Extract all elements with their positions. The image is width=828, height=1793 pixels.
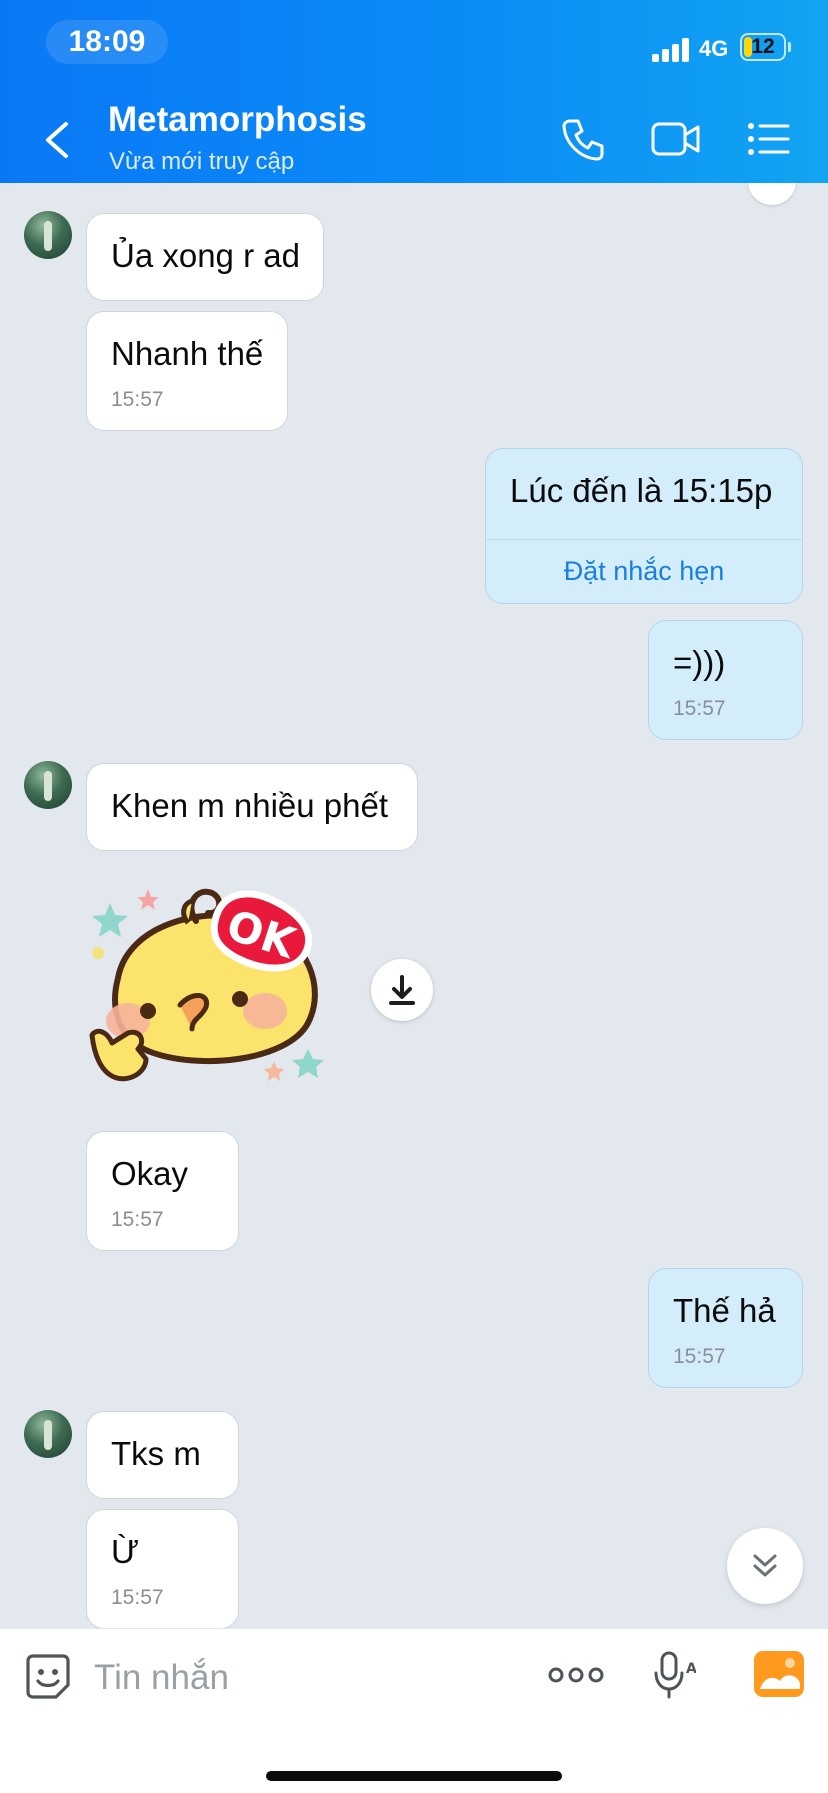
- message-bubble[interactable]: Tks m: [86, 1411, 239, 1499]
- list-icon: [748, 123, 790, 155]
- message-text: =))): [673, 644, 726, 681]
- image-gallery-icon: [754, 1651, 804, 1697]
- message-bubble[interactable]: Okay 15:57: [86, 1131, 239, 1251]
- message-text: Okay: [111, 1155, 189, 1192]
- signal-icon: [652, 38, 692, 62]
- message-list[interactable]: Ủa xong r ad Nhanh thế 15:57 Lúc đến là …: [0, 183, 828, 1628]
- message-text: Ừ: [111, 1533, 140, 1570]
- message-bubble[interactable]: Ủa xong r ad: [86, 213, 324, 301]
- video-call-button[interactable]: [650, 115, 702, 168]
- download-sticker-button[interactable]: [371, 959, 433, 1021]
- message-time: 15:57: [111, 388, 164, 411]
- avatar[interactable]: [24, 1410, 72, 1458]
- battery-level: 12: [751, 35, 775, 58]
- star-decoration: [137, 889, 159, 910]
- message-bubble[interactable]: Thế hả 15:57: [648, 1268, 803, 1388]
- voice-call-button[interactable]: [560, 115, 608, 168]
- message-text: Lúc đến là 15:15p: [510, 472, 773, 509]
- message-text: Thế hả: [673, 1292, 776, 1329]
- message-text: Tks m: [111, 1435, 201, 1472]
- message-bubble[interactable]: Nhanh thế 15:57: [86, 311, 288, 431]
- message-bubble[interactable]: Khen m nhiều phết: [86, 763, 418, 851]
- chat-header: 18:09 4G 12 Metamorphosis Vừa mới truy c…: [0, 0, 828, 183]
- message-time: 15:57: [673, 1345, 726, 1368]
- star-decoration: [264, 1061, 284, 1081]
- message-text: Khen m nhiều phết: [111, 787, 389, 824]
- status-time: 18:09: [46, 20, 168, 64]
- reaction-button[interactable]: [748, 183, 796, 205]
- avatar[interactable]: [24, 211, 72, 259]
- message-text: Nhanh thế: [111, 335, 264, 372]
- message-bubble[interactable]: Lúc đến là 15:15p Đặt nhắc hẹn: [485, 448, 803, 604]
- battery-icon: 12: [740, 33, 786, 61]
- svg-text:A: A: [686, 1661, 696, 1677]
- message-time: 15:57: [673, 697, 726, 720]
- conversation-title[interactable]: Metamorphosis: [108, 100, 367, 140]
- more-options-button[interactable]: [548, 1663, 604, 1692]
- voice-to-text-button[interactable]: A: [652, 1649, 697, 1706]
- divider: [486, 539, 802, 540]
- star-decoration: [292, 1049, 324, 1078]
- conversation-options-button[interactable]: [746, 115, 790, 168]
- emoji-button[interactable]: [22, 1651, 74, 1708]
- more-dots-icon: [548, 1667, 604, 1683]
- download-icon: [389, 975, 415, 1005]
- message-text: Ủa xong r ad: [111, 237, 300, 274]
- network-type: 4G: [699, 36, 729, 61]
- chevrons-down-icon: [753, 1554, 777, 1577]
- sticker-icon: [26, 1654, 70, 1699]
- composer-bar: Tin nhắn A: [0, 1628, 828, 1793]
- microphone-icon: A: [654, 1651, 697, 1699]
- set-reminder-link[interactable]: Đặt nhắc hẹn: [486, 551, 802, 591]
- gallery-button[interactable]: [752, 1647, 806, 1706]
- message-time: 15:57: [111, 1586, 164, 1609]
- message-bubble[interactable]: Ừ 15:57: [86, 1509, 239, 1628]
- back-button[interactable]: [36, 112, 80, 168]
- video-camera-icon: [651, 122, 700, 156]
- chevron-left-icon: [46, 122, 68, 158]
- message-bubble[interactable]: =))) 15:57: [648, 620, 803, 740]
- ok-chick-sticker[interactable]: OK: [88, 883, 348, 1113]
- star-decoration: [92, 903, 128, 937]
- presence-status: Vừa mới truy cập: [109, 148, 295, 175]
- message-input[interactable]: Tin nhắn: [94, 1653, 229, 1703]
- avatar[interactable]: [24, 761, 72, 809]
- scroll-to-bottom-button[interactable]: [727, 1528, 803, 1604]
- home-indicator: [266, 1771, 562, 1781]
- message-time: 15:57: [111, 1208, 164, 1231]
- phone-icon: [562, 119, 604, 161]
